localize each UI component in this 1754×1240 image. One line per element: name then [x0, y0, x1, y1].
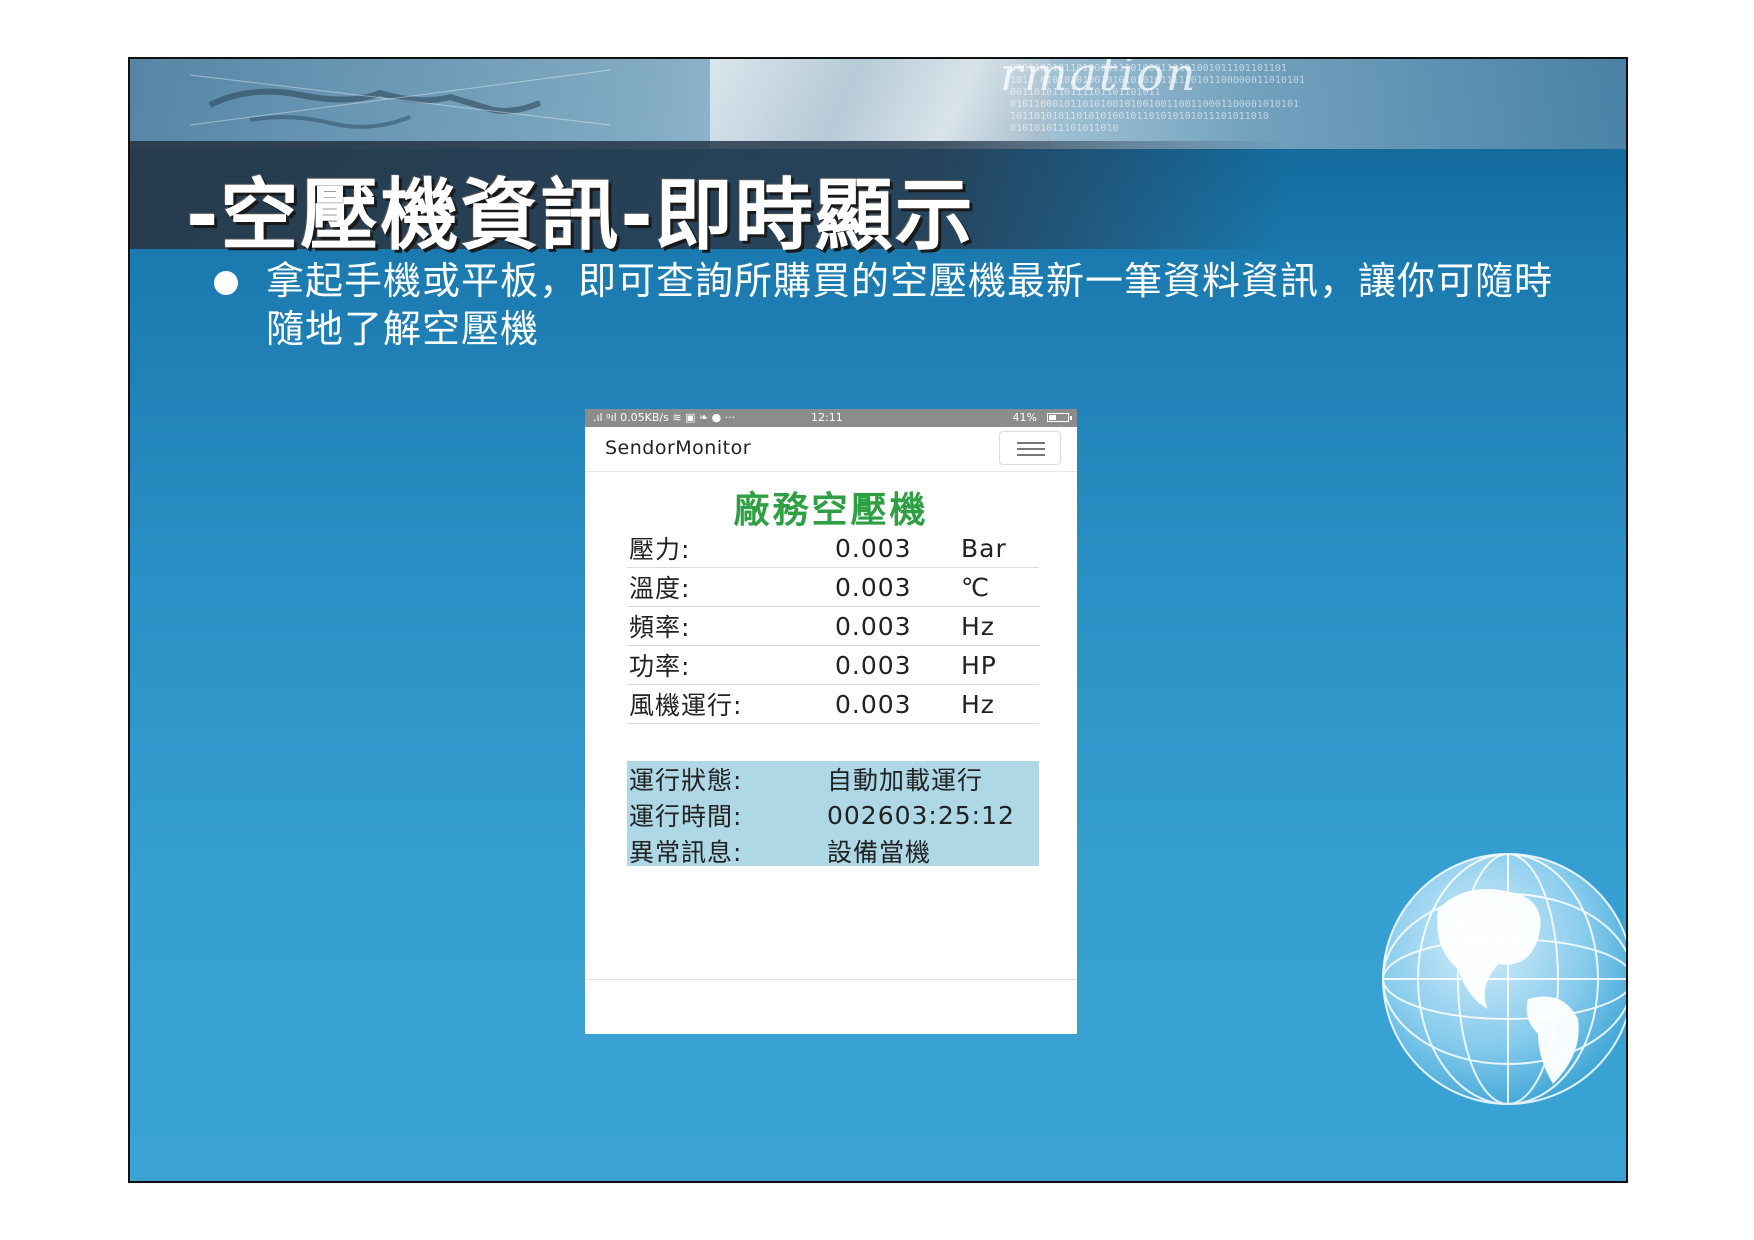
table-row: 壓力: 0.003 Bar: [627, 529, 1039, 568]
hamburger-menu-icon: [1017, 442, 1045, 444]
hamburger-menu-button[interactable]: [999, 431, 1061, 465]
banner-word: rmation: [1000, 57, 1198, 101]
reading-value: 0.003: [835, 606, 961, 646]
reading-value: 0.003: [835, 684, 961, 724]
hamburger-line: [1017, 448, 1045, 450]
table-row: 運行時間: 002603:25:12: [627, 797, 1015, 833]
reading-label: 功率:: [627, 645, 835, 685]
battery-icon: [1047, 413, 1072, 422]
status-bar-battery-percent: 41%: [1012, 411, 1037, 424]
hamburger-line: [1017, 454, 1045, 456]
reading-unit: ℃: [961, 567, 1039, 607]
app-brand[interactable]: SendorMonitor: [605, 437, 751, 459]
world-map-decoration: [190, 69, 610, 129]
table-row: 溫度: 0.003 ℃: [627, 567, 1039, 607]
status-label: 異常訊息:: [629, 838, 743, 867]
status-bar-time: 12:11: [811, 411, 843, 424]
readings-table: 壓力: 0.003 Bar 溫度: 0.003 ℃ 頻率: 0.003 Hz 功…: [627, 529, 1039, 724]
reading-label: 風機運行:: [627, 684, 835, 724]
status-panel: 運行狀態: 自動加載運行 運行時間: 002603:25:12 異常訊息: 設備…: [627, 761, 1039, 869]
status-bar-indicators: .ıl ᵍıl 0.05KB/s ≋ ▣ ❧ ● ···: [593, 411, 736, 424]
navbar: SendorMonitor: [585, 427, 1077, 472]
phone-screenshot: .ıl ᵍıl 0.05KB/s ≋ ▣ ❧ ● ··· 12:11 41% S…: [585, 409, 1077, 1034]
status-table: 運行狀態: 自動加載運行 運行時間: 002603:25:12 異常訊息: 設備…: [627, 761, 1015, 869]
reading-label: 溫度:: [627, 567, 835, 607]
reading-value: 0.003: [835, 529, 961, 568]
banner-photo: [710, 59, 1050, 149]
status-value: 設備當機: [827, 838, 932, 867]
reading-unit: Hz: [961, 684, 1039, 724]
reading-unit: Hz: [961, 606, 1039, 646]
table-row: 風機運行: 0.003 Hz: [627, 684, 1039, 724]
status-value: 002603:25:12: [827, 800, 1015, 830]
status-label: 運行時間:: [629, 802, 743, 831]
reading-value: 0.003: [835, 567, 961, 607]
table-row: 頻率: 0.003 Hz: [627, 606, 1039, 646]
status-label: 運行狀態:: [629, 766, 743, 795]
reading-label: 壓力:: [627, 529, 835, 568]
table-row: 異常訊息: 設備當機: [627, 833, 1015, 869]
footer-divider: [585, 979, 1077, 980]
reading-unit: HP: [961, 645, 1039, 685]
reading-label: 頻率:: [627, 606, 835, 646]
reading-unit: Bar: [961, 529, 1039, 568]
bullet-icon: [214, 271, 238, 295]
globe-icon: [1382, 853, 1626, 1105]
page-heading: 廠務空壓機: [733, 490, 929, 531]
table-row: 運行狀態: 自動加載運行: [627, 761, 1015, 797]
table-row: 功率: 0.003 HP: [627, 645, 1039, 685]
status-bar: .ıl ᵍıl 0.05KB/s ≋ ▣ ❧ ● ··· 12:11 41%: [585, 409, 1077, 427]
slide-title: -空壓機資訊-即時顯示: [186, 171, 975, 261]
status-value: 自動加載運行: [827, 766, 984, 795]
bullet-text: 拿起手機或平板，即可查詢所購買的空壓機最新一筆資料資訊，讓你可隨時隨地了解空壓機: [266, 259, 1554, 351]
slide: 0101100101101000011101000110101001011101…: [128, 57, 1628, 1183]
reading-value: 0.003: [835, 645, 961, 685]
